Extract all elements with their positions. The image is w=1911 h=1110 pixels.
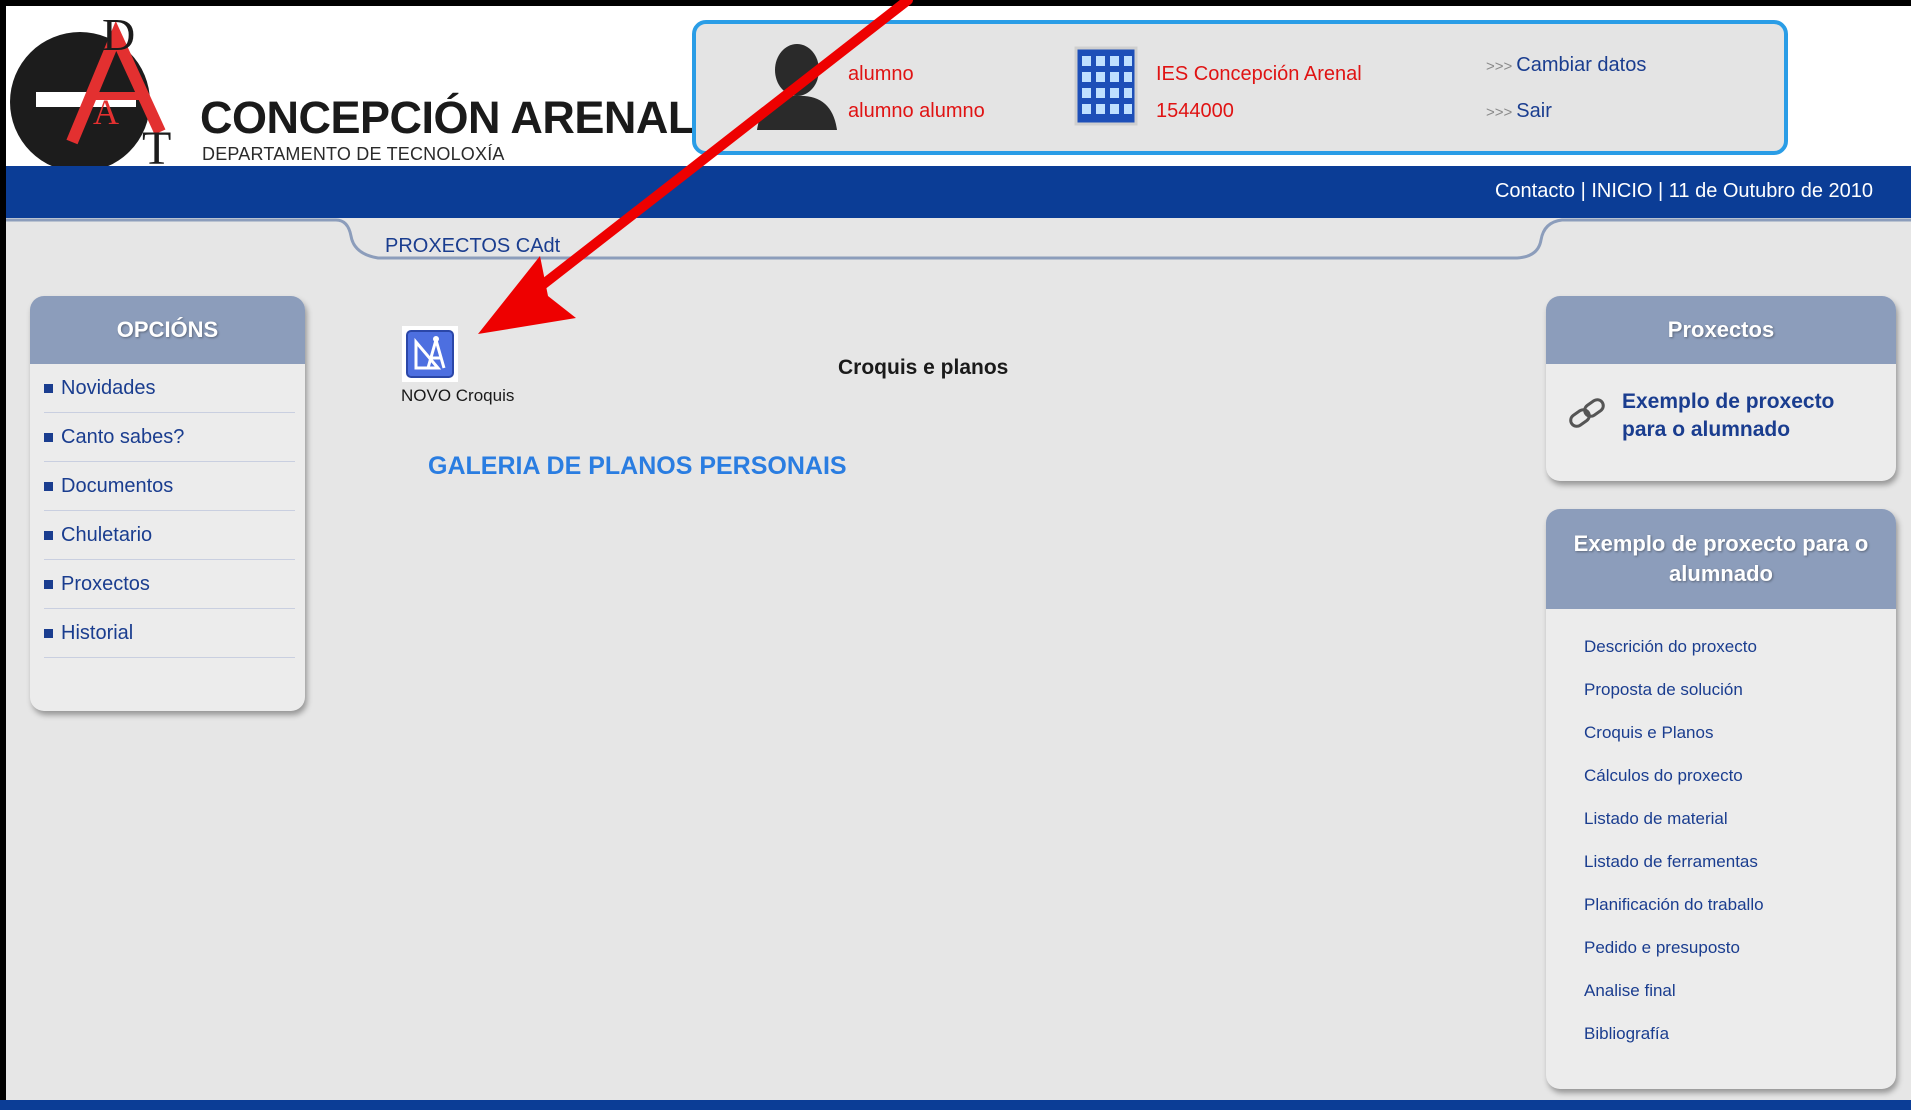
chevron-right-icon: >>>: [1486, 104, 1513, 121]
site-header: D A T CONCEPCIÓN ARENAL DEPARTAMENTO DE …: [6, 6, 1911, 169]
school-building-icon: [1074, 46, 1138, 126]
page-title: Croquis e planos: [838, 356, 1009, 379]
section-link-material[interactable]: Listado de material: [1584, 797, 1896, 840]
sidebar-item-label: Chuletario: [61, 523, 153, 546]
school-code: 1544000: [1156, 100, 1234, 122]
school-label: IES Concepción Arenal: [1156, 63, 1362, 85]
bullet-icon: [44, 383, 53, 393]
sidebar-item-novidades[interactable]: Novidades: [44, 364, 295, 413]
section-link-pedido[interactable]: Pedido e presuposto: [1584, 926, 1896, 969]
exit-link[interactable]: >>> Sair: [1486, 100, 1552, 123]
department-name: DEPARTAMENTO DE TECNOLOXÍA: [202, 144, 505, 164]
bullet-icon: [44, 628, 53, 638]
example-project-link[interactable]: Exemplo de proxecto para o alumnado: [1622, 388, 1862, 444]
sidebar-item-label: Historial: [61, 621, 134, 644]
top-nav-links[interactable]: Contacto | INICIO | 11 de Outubro de 201…: [1495, 180, 1873, 203]
user-avatar-icon: [757, 44, 837, 130]
school-name: CONCEPCIÓN ARENAL: [200, 92, 695, 143]
logo-letter-t: T: [142, 122, 171, 169]
bullet-icon: [44, 530, 53, 540]
user-panel: alumno alumno alumno IES Concepción Aren…: [692, 20, 1788, 155]
sidebar-item-label: Proxectos: [61, 572, 150, 595]
tab-proxectos[interactable]: PROXECTOS CAdt: [385, 235, 560, 258]
user-fullname: alumno alumno: [848, 100, 985, 122]
section-link-calculos[interactable]: Cálculos do proxecto: [1584, 754, 1896, 797]
sidebar-item-label: Documentos: [61, 474, 174, 497]
section-link-bibliografia[interactable]: Bibliografía: [1584, 1012, 1896, 1055]
link-chain-icon: [1569, 398, 1605, 428]
page-frame: D A T CONCEPCIÓN ARENAL DEPARTAMENTO DE …: [6, 6, 1911, 1104]
bottom-bar: [0, 1100, 1911, 1110]
sidebar-item-label: Canto sabes?: [61, 425, 185, 448]
options-title: OPCIÓNS: [30, 296, 305, 364]
example-project-box: Exemplo de proxecto para o alumnado Desc…: [1546, 509, 1896, 1089]
bullet-icon: [44, 579, 53, 589]
section-link-descricion[interactable]: Descrición do proxecto: [1584, 625, 1896, 668]
section-link-proposta[interactable]: Proposta de solución: [1584, 668, 1896, 711]
change-data-label: Cambiar datos: [1516, 54, 1647, 76]
sidebar-item-historial[interactable]: Historial: [44, 609, 295, 658]
sidebar-item-documentos[interactable]: Documentos: [44, 462, 295, 511]
sidebar-item-proxectos[interactable]: Proxectos: [44, 560, 295, 609]
section-link-analise[interactable]: Analise final: [1584, 969, 1896, 1012]
logo-letter-a: A: [93, 92, 119, 132]
exit-label: Sair: [1516, 100, 1552, 122]
logo-letter-d: D: [102, 14, 135, 60]
sidebar-item-chuletario[interactable]: Chuletario: [44, 511, 295, 560]
tab-strip: PROXECTOS CAdt: [6, 218, 1911, 278]
bullet-icon: [44, 432, 53, 442]
gallery-link[interactable]: GALERIA DE PLANOS PERSONAIS: [428, 452, 847, 481]
novo-croquis-icon[interactable]: [402, 326, 458, 382]
section-link-ferramentas[interactable]: Listado de ferramentas: [1584, 840, 1896, 883]
section-link-planificacion[interactable]: Planificación do traballo: [1584, 883, 1896, 926]
sidebar-item-label: Novidades: [61, 376, 156, 399]
project-sections: Descrición do proxecto Proposta de soluc…: [1546, 609, 1896, 1055]
section-link-croquis[interactable]: Croquis e Planos: [1584, 711, 1896, 754]
chevron-right-icon: >>>: [1486, 58, 1513, 75]
sidebar-item-canto-sabes[interactable]: Canto sabes?: [44, 413, 295, 462]
projects-title: Proxectos: [1546, 296, 1896, 364]
projects-box: Proxectos Exemplo de proxecto para o alu…: [1546, 296, 1896, 481]
top-nav-bar: Contacto | INICIO | 11 de Outubro de 201…: [6, 166, 1911, 218]
user-login: alumno: [848, 63, 914, 85]
dat-logo[interactable]: D A T: [6, 14, 186, 169]
options-menu: Novidades Canto sabes? Documentos Chulet…: [30, 364, 305, 658]
options-sidebar: OPCIÓNS Novidades Canto sabes? Documento…: [30, 296, 305, 711]
novo-croquis-label[interactable]: NOVO Croquis: [401, 386, 514, 406]
tab-curve-decoration: [6, 218, 1911, 260]
example-project-title: Exemplo de proxecto para o alumnado: [1546, 509, 1896, 609]
change-data-link[interactable]: >>> Cambiar datos: [1486, 54, 1646, 77]
bullet-icon: [44, 481, 53, 491]
